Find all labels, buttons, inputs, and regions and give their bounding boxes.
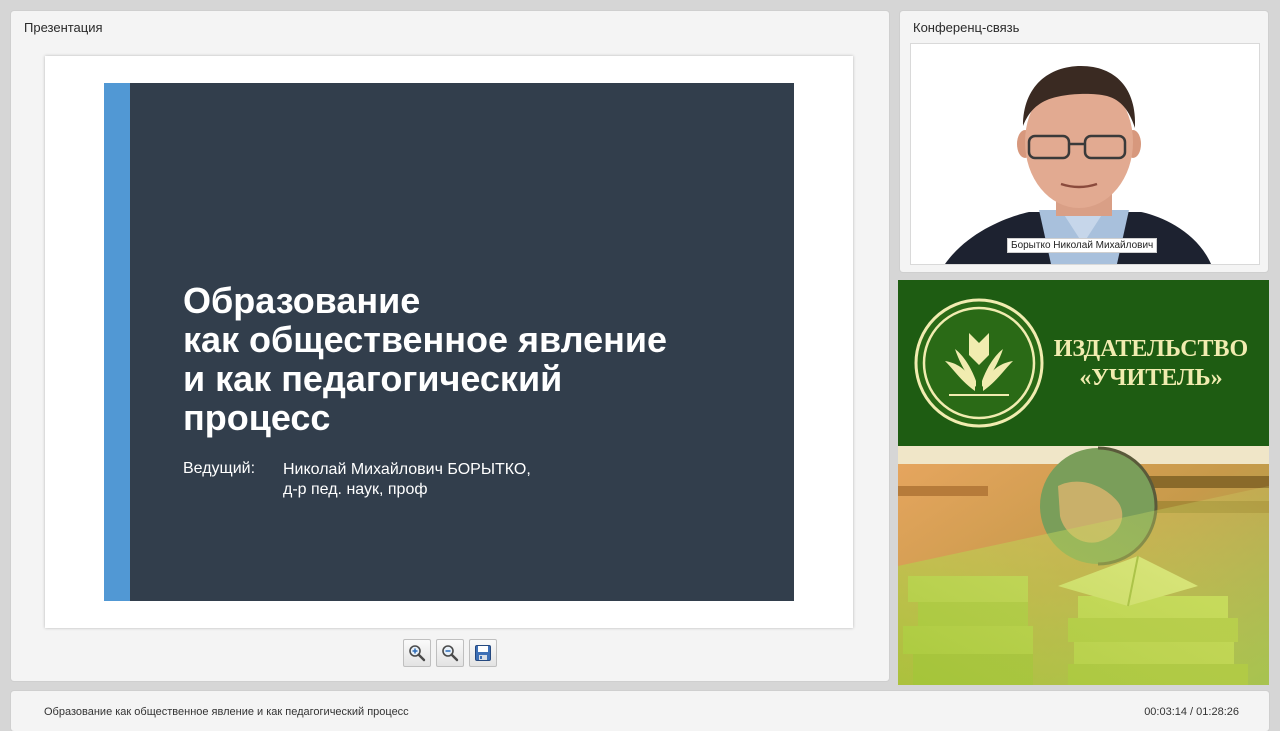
- publisher-name-line1: ИЗДАТЕЛЬСТВО: [1053, 336, 1249, 362]
- slide-toolbar: [403, 639, 497, 667]
- slide-title: Образование как общественное явление и к…: [183, 281, 783, 437]
- presenter-label: Ведущий:: [183, 460, 256, 477]
- publisher-name-line2: «УЧИТЕЛЬ»: [1079, 365, 1223, 391]
- books-globe-illustration: [898, 446, 1269, 685]
- publisher-name: ИЗДАТЕЛЬСТВО «УЧИТЕЛЬ»: [1036, 335, 1266, 393]
- presenter-credentials: д-р пед. наук, проф: [283, 481, 428, 498]
- publisher-banner-image: [898, 446, 1269, 685]
- presenter-info: Николай Михайлович БОРЫТКО, д-р пед. нау…: [283, 460, 531, 500]
- slide-title-line: Образование: [183, 280, 421, 321]
- slide: Образование как общественное явление и к…: [104, 83, 794, 601]
- presentation-panel: Презентация Образование как общественное…: [11, 11, 889, 681]
- participant-video-frame: [911, 44, 1259, 264]
- slide-title-line: и как педагогический: [183, 358, 563, 399]
- zoom-in-icon: [409, 645, 426, 662]
- conference-panel: Конференц-связь Борытко Николай Михайлов…: [900, 11, 1268, 272]
- slide-title-line: процесс: [183, 397, 331, 438]
- presenter-name: Николай Михайлович БОРЫТКО,: [283, 461, 531, 478]
- slide-accent-bar: [104, 83, 130, 601]
- zoom-out-icon: [442, 645, 459, 662]
- save-icon: [475, 645, 491, 661]
- zoom-out-button[interactable]: [436, 639, 464, 667]
- player-footer: Образование как общественное явление и к…: [11, 691, 1269, 731]
- publisher-logo-icon: [914, 298, 1044, 428]
- participant-video[interactable]: Борытко Николай Михайлович: [910, 43, 1260, 265]
- conference-panel-title: Конференц-связь: [913, 20, 1020, 35]
- presentation-panel-title: Презентация: [24, 20, 103, 35]
- publisher-banner[interactable]: ИЗДАТЕЛЬСТВО «УЧИТЕЛЬ»: [898, 280, 1269, 685]
- footer-title: Образование как общественное явление и к…: [44, 706, 409, 718]
- publisher-banner-header: ИЗДАТЕЛЬСТВО «УЧИТЕЛЬ»: [898, 280, 1269, 446]
- zoom-in-button[interactable]: [403, 639, 431, 667]
- save-button[interactable]: [469, 639, 497, 667]
- slide-viewer[interactable]: Образование как общественное явление и к…: [45, 56, 853, 628]
- playback-time: 00:03:14 / 01:28:26: [1144, 706, 1239, 718]
- slide-title-line: как общественное явление: [183, 319, 668, 360]
- participant-name-tag: Борытко Николай Михайлович: [1007, 238, 1158, 253]
